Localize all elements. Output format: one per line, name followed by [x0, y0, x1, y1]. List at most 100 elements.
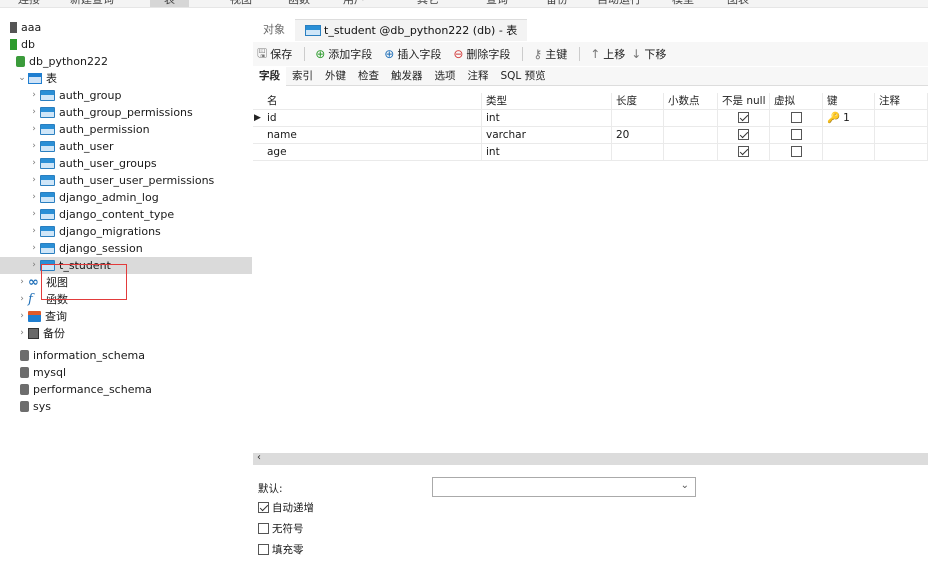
not-null-checkbox[interactable]: [738, 146, 749, 157]
virtual-checkbox[interactable]: [790, 112, 802, 123]
delete-field-button[interactable]: ⊖ 删除字段: [453, 46, 510, 62]
toolbar-model[interactable]: 模型: [672, 0, 694, 7]
insert-field-button[interactable]: ⊕ 插入字段: [384, 46, 441, 62]
cell-key[interactable]: 🔑 1: [823, 110, 875, 127]
table-row[interactable]: name varchar 20: [253, 127, 928, 144]
column-header-decimals[interactable]: 小数点: [664, 93, 718, 110]
chevron-right-icon[interactable]: ›: [16, 291, 28, 308]
tree-folder-backups[interactable]: › 备份: [16, 325, 65, 342]
toolbar-backup[interactable]: 备份: [546, 0, 568, 7]
cell-name[interactable]: id: [263, 110, 482, 127]
toolbar-automation[interactable]: 自动运行: [597, 0, 641, 7]
chevron-right-icon[interactable]: ›: [16, 308, 28, 325]
cell-comment[interactable]: [875, 127, 928, 144]
cell-length[interactable]: [612, 110, 664, 127]
tree-table-django-admin-log[interactable]: › django_admin_log: [28, 189, 159, 206]
toolbar-other[interactable]: 其它: [417, 0, 439, 7]
virtual-checkbox[interactable]: [790, 129, 802, 140]
cell-key[interactable]: [823, 144, 875, 161]
cell-name[interactable]: age: [263, 144, 482, 161]
save-button[interactable]: 🖫 保存: [257, 44, 292, 65]
table-row[interactable]: ▶ id int 🔑 1: [253, 110, 928, 127]
tree-table-auth-user-user-permissions[interactable]: › auth_user_user_permissions: [28, 172, 214, 189]
cell-key[interactable]: [823, 127, 875, 144]
chevron-right-icon[interactable]: ›: [28, 257, 40, 274]
chevron-right-icon[interactable]: ›: [28, 223, 40, 240]
chevron-right-icon[interactable]: ›: [28, 104, 40, 121]
tree-database-mysql[interactable]: mysql: [20, 364, 66, 381]
toolbar-view[interactable]: 视图: [230, 0, 252, 7]
cell-length[interactable]: [612, 144, 664, 161]
zerofill-option[interactable]: 填充零: [258, 542, 304, 557]
tree-table-auth-user[interactable]: › auth_user: [28, 138, 113, 155]
cell-decimals[interactable]: [664, 144, 718, 161]
tree-table-t-student[interactable]: › t_student: [0, 257, 252, 274]
cell-comment[interactable]: [875, 110, 928, 127]
column-header-type[interactable]: 类型: [482, 93, 612, 110]
auto-increment-option[interactable]: 自动递增: [258, 500, 314, 515]
toolbar-query[interactable]: 查询: [486, 0, 508, 7]
column-header-virtual[interactable]: 虚拟: [770, 93, 823, 110]
subtab-indexes[interactable]: 索引: [286, 67, 319, 86]
chevron-right-icon[interactable]: ›: [28, 240, 40, 257]
move-up-button[interactable]: ↑ 上移: [590, 46, 625, 62]
tree-table-django-session[interactable]: › django_session: [28, 240, 143, 257]
tab-objects[interactable]: 对象: [253, 19, 295, 41]
default-value-select[interactable]: ⌄: [432, 477, 696, 497]
tree-database-performance-schema[interactable]: performance_schema: [20, 381, 152, 398]
tree-database-information-schema[interactable]: information_schema: [20, 347, 145, 364]
tree-connection-aaa[interactable]: aaa: [10, 19, 41, 36]
chevron-down-icon[interactable]: ⌄: [16, 70, 28, 87]
column-header-length[interactable]: 长度: [612, 93, 664, 110]
move-down-button[interactable]: ↓ 下移: [631, 46, 666, 62]
toolbar-function[interactable]: 函数: [288, 0, 310, 7]
tree-connection-db[interactable]: db: [10, 36, 35, 53]
subtab-foreign-keys[interactable]: 外键: [319, 67, 352, 86]
not-null-checkbox[interactable]: [738, 112, 749, 123]
zerofill-checkbox[interactable]: [258, 544, 269, 555]
toolbar-connect[interactable]: 连接: [18, 0, 40, 7]
table-row[interactable]: age int: [253, 144, 928, 161]
cell-type[interactable]: int: [482, 144, 612, 161]
chevron-right-icon[interactable]: ›: [28, 121, 40, 138]
not-null-checkbox[interactable]: [738, 129, 749, 140]
tree-table-auth-user-groups[interactable]: › auth_user_groups: [28, 155, 156, 172]
tree-database-sys[interactable]: sys: [20, 398, 51, 415]
cell-type[interactable]: varchar: [482, 127, 612, 144]
tab-t-student-design[interactable]: t_student @db_python222 (db) - 表: [295, 19, 528, 41]
tree-table-auth-permission[interactable]: › auth_permission: [28, 121, 149, 138]
cell-comment[interactable]: [875, 144, 928, 161]
tree-table-auth-group-permissions[interactable]: › auth_group_permissions: [28, 104, 193, 121]
toolbar-chart[interactable]: 图表: [727, 0, 749, 7]
cell-name[interactable]: name: [263, 127, 482, 144]
tree-folder-queries[interactable]: › 查询: [16, 308, 67, 325]
column-header-comment[interactable]: 注释: [875, 93, 928, 110]
subtab-triggers[interactable]: 触发器: [385, 67, 429, 86]
tree-folder-tables[interactable]: ⌄ 表: [16, 70, 57, 87]
chevron-right-icon[interactable]: ›: [28, 206, 40, 223]
cell-type[interactable]: int: [482, 110, 612, 127]
chevron-right-icon[interactable]: ›: [28, 87, 40, 104]
chevron-right-icon[interactable]: ›: [28, 138, 40, 155]
column-header-not-null[interactable]: 不是 null: [718, 93, 770, 110]
cell-length[interactable]: 20: [612, 127, 664, 144]
chevron-right-icon[interactable]: ›: [16, 325, 28, 342]
toolbar-user[interactable]: 用户: [343, 0, 365, 7]
tree-table-django-content-type[interactable]: › django_content_type: [28, 206, 174, 223]
add-field-button[interactable]: ⊕ 添加字段: [315, 46, 372, 62]
column-header-key[interactable]: 键: [823, 93, 875, 110]
tree-table-auth-group[interactable]: › auth_group: [28, 87, 121, 104]
unsigned-checkbox[interactable]: [258, 523, 269, 534]
subtab-fields[interactable]: 字段: [253, 67, 286, 86]
unsigned-option[interactable]: 无符号: [258, 521, 304, 536]
scroll-left-icon[interactable]: ‹: [257, 452, 261, 463]
primary-key-button[interactable]: ⚷ 主键: [533, 46, 567, 62]
virtual-checkbox[interactable]: [790, 146, 802, 157]
auto-increment-checkbox[interactable]: [258, 502, 269, 513]
toolbar-new-query[interactable]: 新建查询: [70, 0, 114, 7]
tree-table-django-migrations[interactable]: › django_migrations: [28, 223, 161, 240]
cell-decimals[interactable]: [664, 127, 718, 144]
subtab-options[interactable]: 选项: [429, 67, 462, 86]
tree-folder-functions[interactable]: › f 函数: [16, 291, 68, 308]
subtab-checks[interactable]: 检查: [352, 67, 385, 86]
